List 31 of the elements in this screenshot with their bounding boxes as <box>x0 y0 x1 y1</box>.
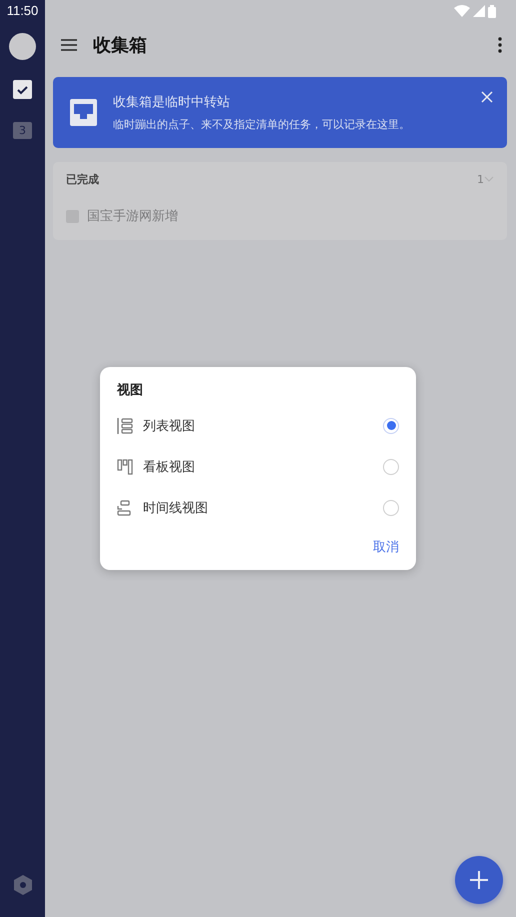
columns-icon <box>117 458 133 474</box>
battery-icon <box>488 4 496 18</box>
avatar[interactable] <box>9 33 36 60</box>
close-icon[interactable] <box>481 91 493 103</box>
inbox-icon <box>70 99 97 126</box>
view-option[interactable]: 看板视图 <box>117 446 399 487</box>
status-time: 11:50 <box>6 2 38 20</box>
dialog-title: 视图 <box>117 382 144 400</box>
radio-button[interactable] <box>383 500 399 516</box>
banner-title: 收集箱是临时中转站 <box>113 94 231 111</box>
view-option[interactable]: 列表视图 <box>117 405 399 446</box>
option-label: 时间线视图 <box>143 500 209 516</box>
task-count: 1 <box>477 172 484 186</box>
wifi-icon <box>454 5 470 17</box>
radio-button[interactable] <box>383 418 399 434</box>
settings-icon[interactable] <box>14 875 32 895</box>
page-title: 收集箱 <box>93 34 148 57</box>
option-label: 列表视图 <box>143 418 196 434</box>
banner-text: 临时蹦出的点子、来不及指定清单的任务，可以记录在这里。 <box>113 117 411 132</box>
cancel-button[interactable]: 取消 <box>373 532 399 562</box>
signal-icon <box>473 5 485 17</box>
option-label: 看板视图 <box>143 458 196 476</box>
checkbox-icon[interactable] <box>13 80 32 99</box>
view-option[interactable]: 时间线视图 <box>117 487 399 528</box>
section-title: 已完成 <box>66 172 100 186</box>
radio-button[interactable] <box>383 458 399 474</box>
timeline-icon <box>117 500 133 516</box>
menu-button[interactable] <box>61 38 77 52</box>
plus-icon <box>470 871 488 889</box>
list-icon <box>117 418 133 434</box>
more-icon[interactable] <box>498 37 502 53</box>
